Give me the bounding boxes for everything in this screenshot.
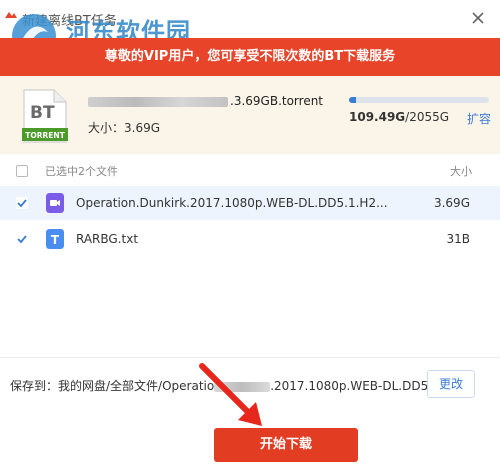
- storage-used: 109.49G: [349, 110, 406, 124]
- app-logo-icon: [5, 12, 17, 18]
- redacted-text: [88, 96, 228, 107]
- window-title: 新建离线BT任务: [22, 14, 117, 29]
- torrent-name: .3.69GB.torrent: [88, 94, 323, 108]
- file-checkbox[interactable]: [16, 197, 28, 209]
- size-column-header: 大小: [450, 165, 472, 178]
- file-checkbox[interactable]: [16, 233, 28, 245]
- file-size: 3.69G: [433, 196, 470, 210]
- torrent-name-suffix: .3.69GB.torrent: [230, 94, 324, 108]
- file-row[interactable]: Operation.Dunkirk.2017.1080p.WEB-DL.DD5.…: [0, 186, 500, 220]
- title-bar: 新建离线BT任务: [0, 0, 500, 38]
- text-file-icon: T: [46, 229, 64, 249]
- start-download-button[interactable]: 开始下载: [214, 428, 358, 462]
- file-name: Operation.Dunkirk.2017.1080p.WEB-DL.DD5.…: [76, 196, 388, 210]
- file-name: RARBG.txt: [76, 232, 139, 246]
- storage-quota-text: 109.49G/2055G: [349, 110, 449, 124]
- selected-count-label: 已选中2个文件: [45, 165, 118, 178]
- file-size: 31B: [446, 232, 470, 246]
- annotation-arrow-icon: [199, 363, 262, 426]
- svg-text:T: T: [51, 233, 60, 247]
- close-icon[interactable]: [470, 10, 486, 26]
- storage-quota-fill: [349, 97, 357, 103]
- select-all-checkbox[interactable]: [16, 165, 28, 177]
- torrent-size: 大小：3.69G: [88, 121, 161, 135]
- expand-storage-link[interactable]: 扩容: [467, 110, 491, 127]
- divider: [0, 357, 500, 358]
- storage-quota-bar: [349, 97, 489, 103]
- torrent-file-icon: BT TORRENT: [22, 89, 68, 143]
- torrent-icon-label: BT: [30, 103, 55, 123]
- torrent-icon-banner: TORRENT: [25, 131, 65, 140]
- vip-banner: 尊敬的VIP用户，您可享受不限次数的BT下载服务: [0, 38, 500, 76]
- file-row[interactable]: T RARBG.txt 31B: [0, 222, 500, 256]
- storage-total: /2055G: [405, 110, 450, 124]
- video-file-icon: [46, 193, 64, 213]
- save-path-prefix: 保存到：我的网盘/全部文件/Operatio: [10, 379, 215, 393]
- change-path-button[interactable]: 更改: [427, 370, 475, 398]
